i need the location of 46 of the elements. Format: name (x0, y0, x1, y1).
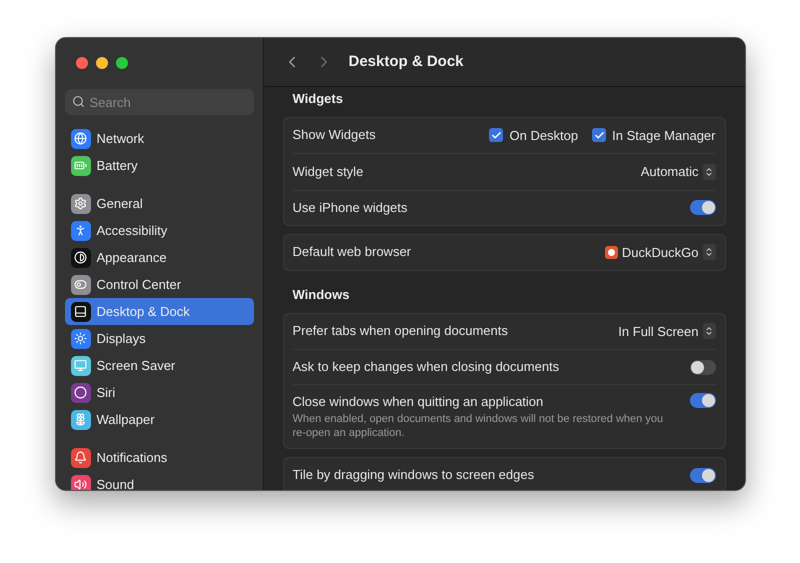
checkbox-label: In Stage Manager (612, 126, 716, 145)
setting-label: Close windows when quitting an application (292, 393, 544, 411)
setting-label: Default web browser (292, 243, 411, 262)
window-title: Desktop & Dock (348, 52, 464, 72)
search-field[interactable]: Search (64, 89, 254, 115)
sidebar-item[interactable]: Control Center (64, 271, 254, 298)
popup-button[interactable]: In Full Screen (618, 322, 716, 341)
sidebar-item[interactable]: Displays (64, 325, 254, 352)
sidebar-item[interactable]: Accessibility (64, 217, 254, 244)
sidebar-item[interactable]: Siri (64, 379, 254, 406)
zoom-button[interactable] (116, 57, 128, 69)
sidebar-item[interactable]: Desktop & Dock (64, 298, 254, 325)
checkmark-icon (490, 130, 502, 141)
section-heading: Windows (292, 286, 350, 304)
popup-button[interactable]: DuckDuckGo (604, 242, 716, 262)
sidebar-item[interactable]: Screen Saver (64, 352, 254, 379)
sidebar-item[interactable]: Sound (64, 471, 254, 490)
popup-button[interactable]: Automatic (640, 162, 716, 182)
setting-label: Use iPhone widgets (292, 198, 408, 216)
setting-label: Show Widgets (292, 126, 376, 144)
checkbox[interactable] (592, 128, 606, 142)
minimize-button[interactable] (96, 57, 108, 69)
checkbox[interactable] (489, 128, 504, 142)
toggle-switch[interactable] (690, 468, 716, 482)
sidebar-item[interactable]: Network (64, 125, 254, 152)
setting-description: When enabled, open documents and windows will not be restored when you re-open an application. (292, 412, 664, 440)
setting-label: Prefer tabs when opening documents (292, 322, 508, 340)
toggle-switch[interactable] (690, 393, 716, 408)
setting-label: Tile by dragging windows to screen edges (292, 466, 534, 484)
sidebar-item[interactable]: Notifications (64, 444, 254, 471)
stepper-icon (702, 323, 716, 340)
toggle-switch[interactable] (690, 200, 716, 215)
search-icon (72, 95, 84, 108)
sidebar-item[interactable]: Battery (64, 152, 254, 179)
sidebar-item[interactable]: Appearance (64, 244, 254, 271)
checkbox-label: On Desktop (509, 126, 578, 145)
stepper-icon (702, 244, 716, 260)
checkmark-icon (594, 130, 605, 141)
setting-label: Widget style (292, 162, 364, 181)
close-button[interactable] (76, 57, 88, 69)
toggle-switch[interactable] (690, 360, 716, 374)
sidebar-item[interactable]: General (64, 190, 254, 217)
stepper-icon (702, 164, 716, 180)
sidebar-item[interactable]: Wallpaper (64, 406, 254, 433)
section-heading: Widgets (292, 90, 344, 108)
setting-label: Ask to keep changes when closing documents (292, 358, 560, 376)
